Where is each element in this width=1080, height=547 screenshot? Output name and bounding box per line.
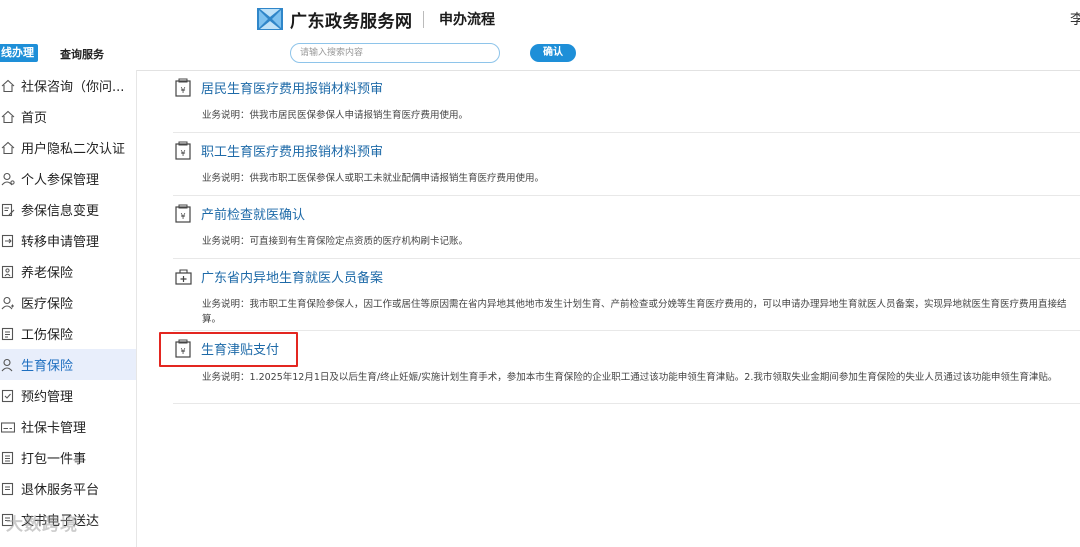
svg-text:¥: ¥ <box>180 86 185 95</box>
sidebar-item-label: 退休服务平台 <box>21 483 100 498</box>
edit-doc-icon <box>1 203 15 216</box>
sidebar-item-label: 个人参保管理 <box>21 173 100 188</box>
elder-icon <box>1 265 14 278</box>
highlight-annotation <box>159 332 298 367</box>
divider <box>173 132 1080 133</box>
service-title-link[interactable]: 广东省内异地生育就医人员备案 <box>201 267 383 286</box>
calendar-icon <box>1 389 14 402</box>
service-description: 业务说明：1.2025年12月1日及以后生育/终止妊娠/实施计划生育手术，参加本… <box>202 372 1058 383</box>
sidebar-item-package[interactable]: 打包一件事 <box>0 442 136 473</box>
sidebar-item-label: 生育保险 <box>21 359 74 374</box>
sidebar-item-label: 打包一件事 <box>21 452 87 467</box>
sidebar-item-social-card[interactable]: 社保卡管理 <box>0 411 136 442</box>
transfer-doc-icon <box>1 234 14 247</box>
header-divider <box>423 11 424 28</box>
sidebar-item-retirement[interactable]: 退休服务平台 <box>0 473 136 504</box>
service-title-link[interactable]: 职工生育医疗费用报销材料预审 <box>201 141 383 160</box>
sidebar-item-label: 转移申请管理 <box>21 235 100 250</box>
sidebar-item-home[interactable]: 首页 <box>0 101 136 132</box>
fee-document-icon: ¥ <box>175 78 191 97</box>
fee-document-icon: ¥ <box>175 204 191 223</box>
sidebar-item-medical[interactable]: 医疗保险 <box>0 287 136 318</box>
service-title-link[interactable]: 居民生育医疗费用报销材料预审 <box>201 78 383 97</box>
home-icon <box>1 79 15 92</box>
sidebar-item-label: 首页 <box>21 111 48 126</box>
page-title: 申办流程 <box>439 12 495 28</box>
home-icon <box>1 141 15 154</box>
package-icon <box>1 451 14 464</box>
search-input[interactable] <box>290 43 500 63</box>
tab-online-service[interactable]: 线办理 <box>0 44 38 62</box>
sidebar-item-transfer[interactable]: 转移申请管理 <box>0 225 136 256</box>
watermark: 大数跨境 <box>6 515 78 535</box>
site-title: 广东政务服务网 <box>290 11 413 32</box>
service-description: 业务说明：可直接到有生育保险定点资质的医疗机构刷卡记账。 <box>202 236 469 247</box>
sidebar-item-label: 用户隐私二次认证 <box>21 142 126 157</box>
sidebar-item-appointment[interactable]: 预约管理 <box>0 380 136 411</box>
sidebar-item-label: 社保咨询（你问... <box>21 80 125 95</box>
sidebar: 社保咨询（你问... 首页 用户隐私二次认证 个人参保管理 参保信息变更 转移申… <box>0 70 137 547</box>
card-icon <box>1 421 15 433</box>
home-icon <box>1 110 15 123</box>
sidebar-item-maternity[interactable]: 生育保险 <box>0 349 136 380</box>
service-description: 业务说明：供我市职工医保参保人或职工未就业配偶申请报销生育医疗费用使用。 <box>202 173 545 184</box>
sub-navigation-bar: 线办理 查询服务 确认 <box>0 38 1080 71</box>
divider <box>173 258 1080 259</box>
divider <box>173 195 1080 196</box>
service-list: ¥ 居民生育医疗费用报销材料预审 业务说明：供我市居民医保参保人申请报销生育医疗… <box>136 70 1080 547</box>
medical-kit-icon <box>175 269 192 285</box>
gov-logo-icon <box>257 8 283 30</box>
tab-query-service[interactable]: 查询服务 <box>60 46 104 62</box>
sidebar-item-label: 养老保险 <box>21 266 74 281</box>
medical-icon <box>1 296 14 309</box>
svg-text:¥: ¥ <box>180 212 185 221</box>
top-header: 广东政务服务网 申办流程 李 <box>0 0 1080 39</box>
svg-text:¥: ¥ <box>180 149 185 158</box>
confirm-search-button[interactable]: 确认 <box>530 44 576 62</box>
sidebar-item-label: 工伤保险 <box>21 328 74 343</box>
user-name[interactable]: 李 <box>1070 9 1080 29</box>
service-description: 业务说明：我市职工生育保险参保人，因工作或居住等原因需在省内异地其他地市发生计划… <box>202 299 1067 325</box>
sidebar-item-consult[interactable]: 社保咨询（你问... <box>0 70 136 101</box>
sidebar-item-personal-insurance[interactable]: 个人参保管理 <box>0 163 136 194</box>
divider <box>173 330 1080 331</box>
sidebar-item-injury[interactable]: 工伤保险 <box>0 318 136 349</box>
sidebar-item-label: 社保卡管理 <box>21 421 87 436</box>
site-logo[interactable]: 广东政务服务网 <box>257 6 413 32</box>
service-title-link[interactable]: 产前检查就医确认 <box>201 204 305 223</box>
divider <box>173 403 1080 404</box>
maternity-icon <box>1 358 13 371</box>
injury-icon <box>1 327 14 340</box>
person-icon <box>1 172 15 185</box>
service-description: 业务说明：供我市居民医保参保人申请报销生育医疗费用使用。 <box>202 110 469 121</box>
fee-document-icon: ¥ <box>175 141 191 160</box>
sidebar-item-label: 医疗保险 <box>21 297 74 312</box>
sidebar-item-label: 预约管理 <box>21 390 74 405</box>
retire-icon <box>1 482 14 495</box>
sidebar-item-label: 参保信息变更 <box>21 204 100 219</box>
sidebar-item-pension[interactable]: 养老保险 <box>0 256 136 287</box>
sidebar-item-info-change[interactable]: 参保信息变更 <box>0 194 136 225</box>
sidebar-item-privacy-auth[interactable]: 用户隐私二次认证 <box>0 132 136 163</box>
